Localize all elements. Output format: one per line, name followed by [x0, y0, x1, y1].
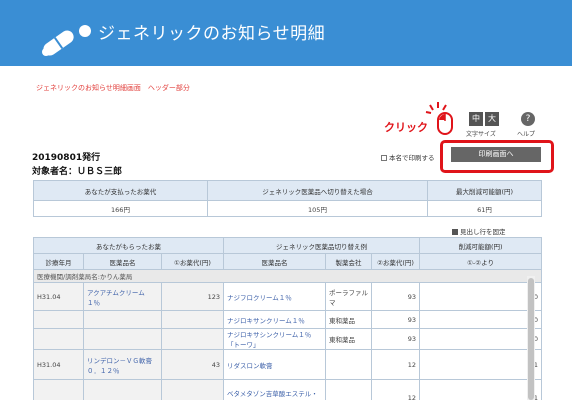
font-size-medium-button[interactable]: 中 [469, 112, 483, 126]
col-header-saving: ①-②より [419, 253, 543, 270]
cell-saving: 30 [419, 310, 543, 329]
detail-table: あなたがもらったお薬 ジェネリック医薬品切り替え例 削減可能額(円) 診療年月 … [32, 237, 543, 400]
print-real-name-checkbox[interactable] [381, 155, 387, 161]
highlight-frame [440, 140, 554, 173]
fix-header-label: 見出し行を固定 [460, 228, 506, 236]
help-icon[interactable]: ? [521, 112, 535, 126]
font-size-large-button[interactable]: 大 [485, 112, 499, 126]
summary-header-saving: 最大削減可能額(円) [427, 180, 542, 201]
cell-saving: 30 [419, 328, 543, 350]
cell-generic-drug: ナジフロクリーム１％ [223, 282, 326, 311]
cell-generic-cost: 93 [370, 328, 421, 350]
pill-logo-icon [42, 25, 91, 56]
cell-drug [83, 379, 162, 400]
table-row: H31.04 アクアチムクリーム １％ 123 ナジフロクリーム１％ ポーラファ… [33, 282, 543, 311]
cell-maker: 東和薬品 [325, 328, 372, 350]
table-row: ナジロキサシンクリーム１％「トーワ」 東和薬品 93 30 [33, 328, 543, 350]
col-header-maker: 製薬会社 [325, 253, 372, 270]
institution-row: 医療機関/調剤薬局名:かりん薬局 [32, 269, 543, 283]
cell-generic-drug: ナジロキサンクリーム１％ [223, 310, 326, 329]
table-row: ナジロキサンクリーム１％ 東和薬品 93 30 [33, 310, 543, 329]
scrollbar-thumb[interactable] [528, 278, 534, 400]
table-row: ベタメタゾン吉草酸エステル・ゲンタマイシン硫酸塩軟 12 31 [33, 379, 543, 400]
cell-generic-drug: ベタメタゾン吉草酸エステル・ゲンタマイシン硫酸塩軟 [223, 379, 326, 400]
issue-date: 20190801発行 [32, 153, 101, 163]
summary-value-saving: 61円 [427, 200, 542, 217]
cell-drug [83, 328, 162, 350]
fix-header-option[interactable]: 見出し行を固定 [452, 226, 506, 236]
cell-generic-cost: 93 [370, 282, 421, 311]
summary-header-generic: ジェネリック医薬品へ切り替えた場合 [207, 180, 428, 201]
cell-maker: ポーラファルマ [325, 282, 372, 311]
summary-table: あなたが支払ったお薬代 ジェネリック医薬品へ切り替えた場合 最大削減可能額(円)… [33, 180, 542, 217]
summary-header-paid: あなたが支払ったお薬代 [33, 180, 208, 201]
cell-maker: 東和薬品 [325, 310, 372, 329]
cell-cost [161, 379, 224, 400]
cell-generic-cost: 12 [370, 349, 421, 380]
cell-generic-drug: ナジロキサシンクリーム１％「トーワ」 [223, 328, 326, 350]
cell-generic-cost: 12 [370, 379, 421, 400]
summary-value-paid: 166円 [33, 200, 208, 217]
group-header-generic: ジェネリック医薬品切り替え例 [222, 237, 421, 254]
cell-drug: アクアチムクリーム １％ [83, 282, 162, 311]
mouse-click-icon [425, 102, 453, 135]
cell-drug [83, 310, 162, 329]
cell-cost [161, 328, 224, 350]
font-size-label: 文字サイズ [466, 131, 496, 138]
person-name: 対象者名：ＵＢＳ三郎 [32, 167, 123, 177]
col-header-generic-cost: ②お薬代(円) [370, 253, 421, 270]
breadcrumb: ジェネリックのお知らせ明細画面 ヘッダー部分 [36, 84, 190, 92]
cell-cost: 123 [161, 282, 224, 311]
cell-date: H31.04 [33, 282, 84, 311]
col-header-drug: 医薬品名 [83, 253, 162, 270]
cell-date [33, 310, 84, 329]
group-header-received: あなたがもらったお薬 [33, 237, 224, 254]
click-annotation-label: クリック [384, 121, 428, 134]
cell-cost: 43 [161, 349, 224, 380]
cell-generic-cost: 93 [370, 310, 421, 329]
col-header-date: 診療年月 [33, 253, 84, 270]
cell-maker [325, 379, 372, 400]
fix-header-checkbox[interactable] [452, 229, 458, 235]
cell-date [33, 379, 84, 400]
app-title: ジェネリックのお知らせ明細 [98, 24, 326, 44]
cell-drug: リンデロン－ＶＧ軟膏０．１２％ [83, 349, 162, 380]
summary-value-generic: 105円 [207, 200, 428, 217]
table-row: H31.04 リンデロン－ＶＧ軟膏０．１２％ 43 リダスロン軟膏 12 31 [33, 349, 543, 380]
cell-cost [161, 310, 224, 329]
group-header-saving: 削減可能額(円) [419, 237, 543, 254]
cell-generic-drug: リダスロン軟膏 [223, 349, 326, 380]
cell-maker [325, 349, 372, 380]
cell-date: H31.04 [33, 349, 84, 380]
col-header-generic-drug: 医薬品名 [223, 253, 326, 270]
cell-saving: 31 [419, 349, 543, 380]
help-label: ヘルプ [517, 131, 536, 138]
print-real-name-label: 本名で印刷する [389, 154, 435, 162]
print-real-name-option[interactable]: 本名で印刷する [381, 152, 435, 162]
cell-date [33, 328, 84, 350]
cell-saving: 31 [419, 379, 543, 400]
cell-saving: 30 [419, 282, 543, 311]
col-header-cost: ①お薬代(円) [161, 253, 224, 270]
app-header: ジェネリックのお知らせ明細 [0, 0, 572, 66]
